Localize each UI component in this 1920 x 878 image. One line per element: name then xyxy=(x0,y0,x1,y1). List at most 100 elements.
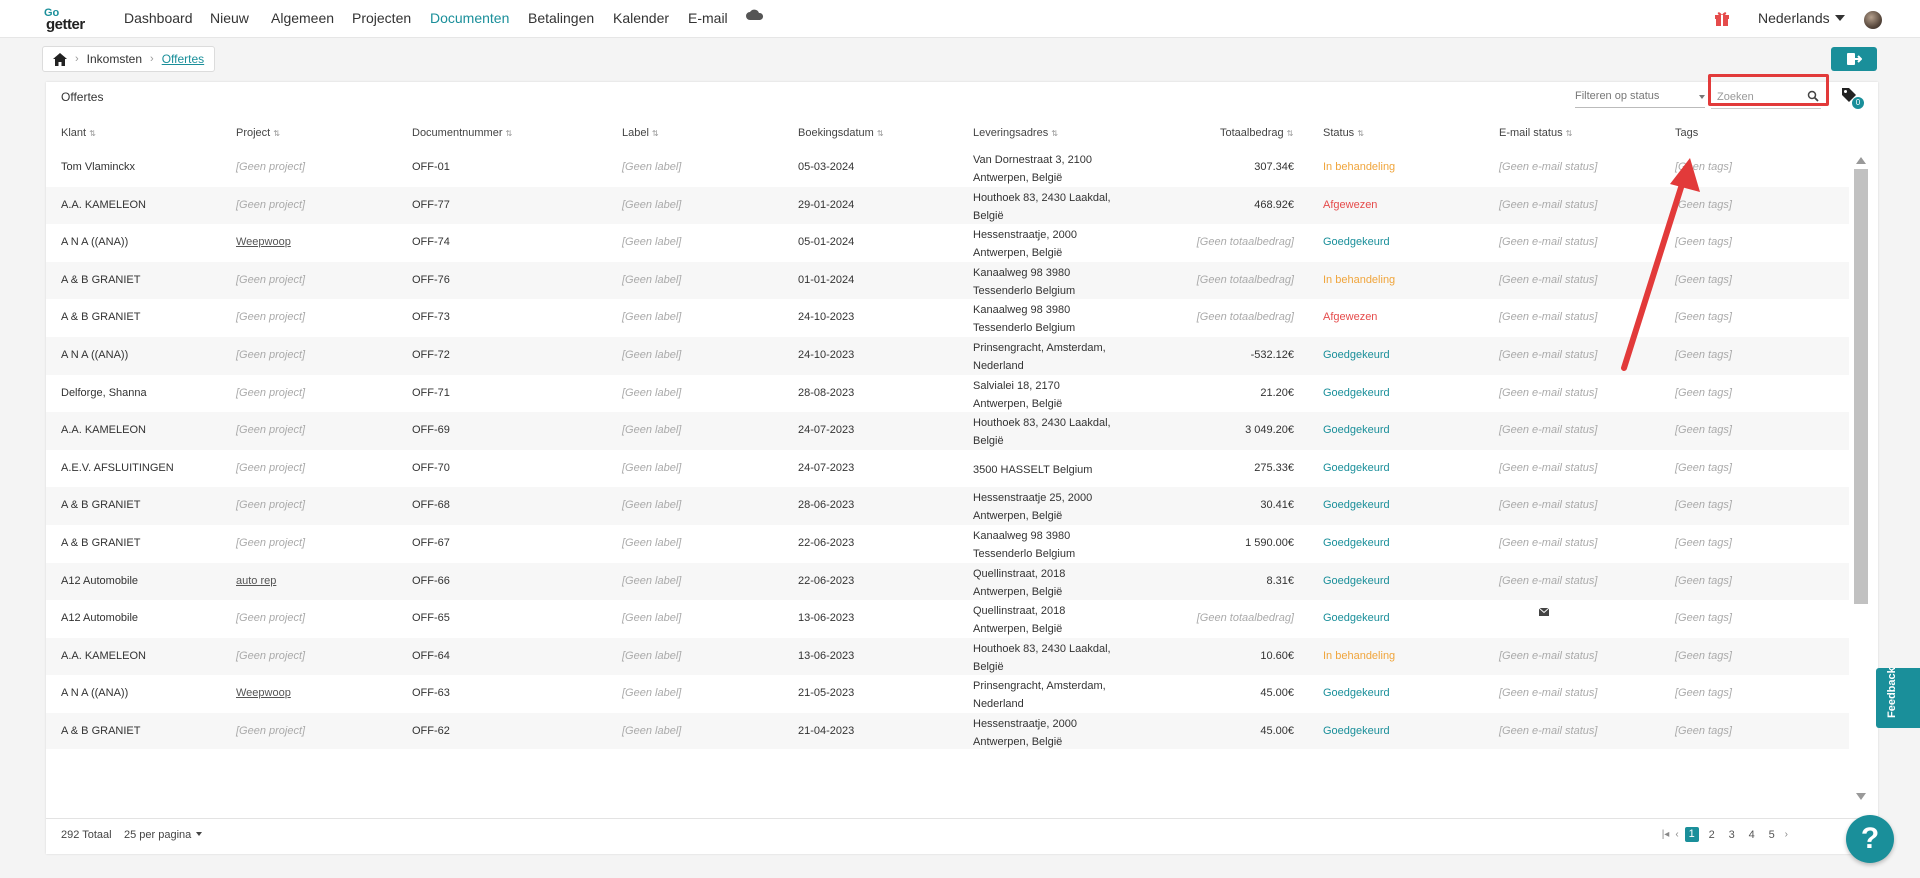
column-header-label[interactable]: Label ⇅ xyxy=(622,127,659,139)
tag-filter-button[interactable]: 0 xyxy=(1841,87,1864,109)
table-row[interactable]: A.A. KAMELEON [Geen project] OFF-77 [Geen l… xyxy=(46,186,1849,225)
column-header-email-status[interactable]: E-mail status ⇅ xyxy=(1499,127,1572,139)
cell-label: [Geen label] xyxy=(622,311,682,324)
table-row[interactable]: Tom Vlaminckx [Geen project] OFF-01 [Geen l… xyxy=(46,149,1849,187)
cell-project[interactable]: auto rep xyxy=(236,575,276,587)
cell-email-status: [Geen e-mail status] xyxy=(1499,236,1598,249)
cell-totaalbedrag: 45.00€ xyxy=(1260,725,1294,737)
nav-algemeen[interactable]: Algemeen xyxy=(271,10,334,26)
column-header-totaalbedrag[interactable]: Totaalbedrag ⇅ xyxy=(1220,127,1293,139)
cell-leveringsadres: Prinsengracht, Amsterdam, Nederland xyxy=(973,677,1106,713)
table-row[interactable]: Delforge, Shanna [Geen project] OFF-71 [Gee… xyxy=(46,375,1849,413)
nav-email[interactable]: E-mail xyxy=(688,10,728,26)
table-scrollbar[interactable] xyxy=(1851,149,1871,804)
scroll-down-icon[interactable] xyxy=(1856,793,1866,800)
page-4[interactable]: 4 xyxy=(1745,829,1759,841)
cell-klant: A & B GRANIET xyxy=(61,537,141,549)
cell-leveringsadres: Prinsengracht, Amsterdam, Nederland xyxy=(973,339,1106,375)
address-line-2: België xyxy=(973,660,1004,673)
cell-boekingsdatum: 01-01-2024 xyxy=(798,273,855,286)
nav-kalender[interactable]: Kalender xyxy=(613,10,669,26)
cell-project[interactable]: Weepwoop xyxy=(236,687,291,699)
feedback-tab[interactable]: Feedback xyxy=(1876,667,1920,728)
table-row[interactable]: A.E.V. AFSLUITINGEN [Geen project] OFF-70 [… xyxy=(46,450,1849,488)
home-icon[interactable] xyxy=(53,52,67,66)
page-2[interactable]: 2 xyxy=(1705,829,1719,841)
table-row[interactable]: A & B GRANIET [Geen project] OFF-76 [Geen l… xyxy=(46,261,1849,300)
column-header-project[interactable]: Project ⇅ xyxy=(236,127,280,139)
scroll-up-icon[interactable] xyxy=(1856,157,1866,164)
cell-status: Goedgekeurd xyxy=(1323,574,1390,587)
cell-project: [Geen project] xyxy=(236,649,306,662)
nav-projecten[interactable]: Projecten xyxy=(352,10,411,26)
column-header-klant[interactable]: Klant ⇅ xyxy=(61,127,96,139)
sort-icon: ⇅ xyxy=(1286,129,1294,138)
page-5[interactable]: 5 xyxy=(1765,829,1779,841)
prev-page-icon[interactable]: ‹ xyxy=(1675,829,1678,840)
cell-email-status: [Geen e-mail status] xyxy=(1499,725,1598,737)
cell-label: [Geen label] xyxy=(622,461,682,474)
table-footer: 292 Totaal 25 per pagina |◂ ‹ 1 2 3 4 5 … xyxy=(46,818,1878,854)
status-filter-select[interactable]: Filteren op status xyxy=(1575,90,1705,108)
envelope-icon[interactable] xyxy=(1539,608,1549,617)
top-nav: Go getter Dashboard Nieuw Algemeen Proje… xyxy=(0,0,1920,38)
cell-klant: A N A ((ANA)) xyxy=(61,236,129,249)
scroll-thumb[interactable] xyxy=(1854,169,1868,604)
cell-leveringsadres: Houthoek 83, 2430 Laakdal, België xyxy=(973,640,1111,676)
feedback-label: Feedback xyxy=(1886,667,1898,718)
help-button[interactable]: ? xyxy=(1846,815,1894,863)
table-row[interactable]: A N A ((ANA)) [Geen project] OFF-72 [Geen l… xyxy=(46,337,1849,375)
table-row[interactable]: A.A. KAMELEON [Geen project] OFF-69 [Geen l… xyxy=(46,412,1849,450)
cell-documentnummer: OFF-66 xyxy=(412,574,450,587)
table-row[interactable]: A.A. KAMELEON [Geen project] OFF-64 [Geen l… xyxy=(46,637,1849,676)
table-row[interactable]: A & B GRANIET [Geen project] OFF-67 [Geen l… xyxy=(46,525,1849,563)
nav-dashboard[interactable]: Dashboard xyxy=(124,10,193,26)
column-header-leveringsadres[interactable]: Leveringsadres ⇅ xyxy=(973,127,1058,139)
gift-icon[interactable] xyxy=(1714,10,1730,26)
cell-tags: [Geen tags] xyxy=(1675,612,1732,625)
gogetter-logo[interactable]: Go getter xyxy=(44,7,100,33)
cell-status: Goedgekeurd xyxy=(1323,386,1390,399)
address-line-1: Kanaalweg 98 3980 xyxy=(973,266,1071,279)
cell-email-status: [Geen e-mail status] xyxy=(1499,424,1598,437)
table-row[interactable]: A12 Automobile auto rep OFF-66 [Geen label]… xyxy=(46,562,1849,601)
breadcrumb-offertes[interactable]: Offertes xyxy=(162,52,204,66)
per-page-select[interactable]: 25 per pagina xyxy=(124,829,203,841)
cell-tags: [Geen tags] xyxy=(1675,424,1732,437)
table-row[interactable]: A12 Automobile [Geen project] OFF-65 [Geen … xyxy=(46,600,1849,638)
avatar[interactable] xyxy=(1864,11,1882,29)
language-selector[interactable]: Nederlands xyxy=(1758,10,1845,26)
breadcrumb-inkomsten[interactable]: Inkomsten xyxy=(87,52,142,66)
address-line-1: Salvialei 18, 2170 xyxy=(973,379,1060,392)
cell-totaalbedrag: 21.20€ xyxy=(1260,386,1294,399)
cell-klant: A & B GRANIET xyxy=(61,273,141,286)
cell-documentnummer: OFF-77 xyxy=(412,198,450,211)
cloud-icon[interactable] xyxy=(746,9,764,20)
nav-betalingen[interactable]: Betalingen xyxy=(528,10,594,26)
cell-project[interactable]: Weepwoop xyxy=(236,236,291,248)
table-row[interactable]: A & B GRANIET [Geen project] OFF-62 [Geen l… xyxy=(46,713,1849,749)
cell-status: Goedgekeurd xyxy=(1323,612,1390,625)
page-3[interactable]: 3 xyxy=(1725,829,1739,841)
cell-totaalbedrag: 468.92€ xyxy=(1254,198,1294,211)
address-line-1: Quellinstraat, 2018 xyxy=(973,605,1066,618)
cell-documentnummer: OFF-62 xyxy=(412,725,450,737)
column-header-documentnummer[interactable]: Documentnummer ⇅ xyxy=(412,127,512,139)
nav-documenten[interactable]: Documenten xyxy=(430,10,509,26)
table-row[interactable]: A N A ((ANA)) Weepwoop OFF-63 [Geen label] 2… xyxy=(46,675,1849,713)
column-header-tags[interactable]: Tags xyxy=(1675,127,1698,139)
page-1[interactable]: 1 xyxy=(1684,827,1699,842)
cell-label: [Geen label] xyxy=(622,161,682,173)
export-button[interactable] xyxy=(1831,47,1877,71)
column-header-status[interactable]: Status ⇅ xyxy=(1323,127,1364,139)
cell-email-status: [Geen e-mail status] xyxy=(1499,574,1598,587)
column-header-boekingsdatum[interactable]: Boekingsdatum ⇅ xyxy=(798,127,884,139)
first-page-icon[interactable]: |◂ xyxy=(1662,829,1670,840)
table-row[interactable]: A & B GRANIET [Geen project] OFF-68 [Geen l… xyxy=(46,487,1849,525)
table-row[interactable]: A & B GRANIET [Geen project] OFF-73 [Geen l… xyxy=(46,299,1849,337)
next-page-icon[interactable]: › xyxy=(1785,829,1788,840)
nav-nieuw[interactable]: Nieuw xyxy=(210,10,249,26)
address-line-2: Tessenderlo Belgium xyxy=(973,322,1076,335)
address-line-1: Hessenstraatje, 2000 xyxy=(973,718,1077,730)
table-row[interactable]: A N A ((ANA)) Weepwoop OFF-74 [Geen label] 0… xyxy=(46,224,1849,262)
